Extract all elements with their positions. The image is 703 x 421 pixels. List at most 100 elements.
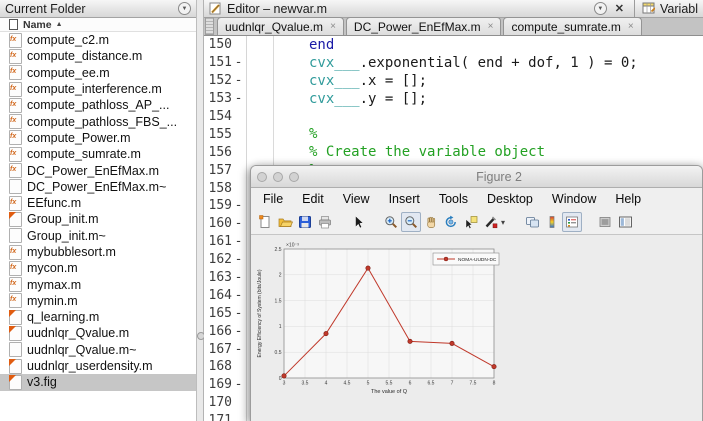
- close-icon[interactable]: ✕: [612, 2, 627, 15]
- matlab-function-icon: [9, 196, 22, 211]
- svg-text:5: 5: [367, 381, 370, 387]
- panel-splitter: [196, 0, 204, 421]
- list-item[interactable]: mymax.m: [0, 276, 196, 292]
- matlab-script-icon: [9, 212, 22, 227]
- matlab-function-icon: [9, 114, 22, 129]
- svg-text:8: 8: [493, 381, 496, 387]
- list-item[interactable]: mymin.m: [0, 293, 196, 309]
- code-line[interactable]: 154: [204, 108, 703, 126]
- figure-titlebar[interactable]: Figure 2: [251, 166, 702, 188]
- code-line[interactable]: 151-cvx___.exponential( end + dof, 1 ) =…: [204, 54, 703, 72]
- code-line[interactable]: 155%: [204, 125, 703, 143]
- menu-help[interactable]: Help: [615, 192, 641, 206]
- list-item[interactable]: compute_pathloss_FBS_...: [0, 113, 196, 129]
- code-line[interactable]: 150end: [204, 36, 703, 54]
- list-item[interactable]: compute_Power.m: [0, 130, 196, 146]
- list-item-selected[interactable]: v3.fig: [0, 374, 196, 390]
- show-plot-tools-dock-icon[interactable]: [615, 212, 635, 232]
- menu-window[interactable]: Window: [552, 192, 596, 206]
- edit-plot-arrow-icon[interactable]: [348, 212, 368, 232]
- window-close-button[interactable]: [257, 172, 267, 182]
- tab-close-icon[interactable]: ×: [488, 21, 494, 32]
- svg-text:1.5: 1.5: [275, 298, 282, 304]
- menu-edit[interactable]: Edit: [302, 192, 324, 206]
- tab-dc-power-enefmax[interactable]: DC_Power_EnEfMax.m×: [346, 17, 502, 35]
- matlab-function-icon: [9, 65, 22, 80]
- plain-file-icon: [9, 342, 22, 357]
- list-item[interactable]: compute_distance.m: [0, 48, 196, 64]
- tab-close-icon[interactable]: ×: [330, 21, 336, 32]
- code-line[interactable]: 152-cvx___.x = [];: [204, 72, 703, 90]
- tab-list-grip[interactable]: [205, 17, 214, 35]
- data-cursor-icon[interactable]: [461, 212, 481, 232]
- list-item[interactable]: compute_c2.m: [0, 32, 196, 48]
- save-figure-icon[interactable]: [295, 212, 315, 232]
- new-figure-icon[interactable]: [255, 212, 275, 232]
- menu-view[interactable]: View: [343, 192, 370, 206]
- brush-dropdown-icon[interactable]: ▾: [501, 218, 509, 227]
- menu-desktop[interactable]: Desktop: [487, 192, 533, 206]
- list-item[interactable]: EEfunc.m: [0, 195, 196, 211]
- file-type-column-icon: [9, 19, 18, 30]
- code-line[interactable]: 153-cvx___.y = [];: [204, 90, 703, 108]
- svg-text:2: 2: [279, 273, 282, 279]
- plain-file-icon: [9, 228, 22, 243]
- insert-colorbar-icon[interactable]: [542, 212, 562, 232]
- list-item[interactable]: uudnlqr_Qvalue.m~: [0, 342, 196, 358]
- svg-text:5.5: 5.5: [386, 381, 393, 387]
- list-item[interactable]: DC_Power_EnEfMax.m~: [0, 179, 196, 195]
- matlab-function-icon: [9, 49, 22, 64]
- menu-insert[interactable]: Insert: [389, 192, 420, 206]
- brush-data-icon[interactable]: [481, 212, 501, 232]
- list-item[interactable]: compute_pathloss_AP_...: [0, 97, 196, 113]
- list-item[interactable]: compute_ee.m: [0, 65, 196, 81]
- svg-text:4.5: 4.5: [344, 381, 351, 387]
- figure-toolbar: ▾: [251, 210, 702, 235]
- svg-text:0: 0: [279, 376, 282, 382]
- svg-text:0.5: 0.5: [275, 350, 282, 356]
- matlab-script-icon: [9, 326, 22, 341]
- matlab-function-icon: [9, 33, 22, 48]
- line-chart[interactable]: 33.544.555.566.577.5800.511.522.5×10⁻³Th…: [251, 235, 511, 405]
- matlab-function-icon: [9, 277, 22, 292]
- list-item[interactable]: Group_init.m: [0, 211, 196, 227]
- list-item[interactable]: uudnlqr_Qvalue.m: [0, 325, 196, 341]
- rotate-3d-icon[interactable]: [441, 212, 461, 232]
- list-item[interactable]: compute_interference.m: [0, 81, 196, 97]
- current-folder-panel: Current Folder ▼ Name ▲ compute_c2.m com…: [0, 0, 196, 421]
- panel-menu-icon[interactable]: ▼: [178, 2, 191, 15]
- window-zoom-button[interactable]: [289, 172, 299, 182]
- svg-text:3.5: 3.5: [302, 381, 309, 387]
- matlab-function-icon: [9, 147, 22, 162]
- list-item[interactable]: compute_sumrate.m: [0, 146, 196, 162]
- code-line[interactable]: 156% Create the variable object: [204, 143, 703, 161]
- window-minimize-button[interactable]: [273, 172, 283, 182]
- open-file-icon[interactable]: [275, 212, 295, 232]
- list-item[interactable]: mycon.m: [0, 260, 196, 276]
- zoom-in-icon[interactable]: [381, 212, 401, 232]
- list-item[interactable]: mybubblesort.m: [0, 244, 196, 260]
- list-item[interactable]: Group_init.m~: [0, 228, 196, 244]
- tab-uudnlqr-qvalue[interactable]: uudnlqr_Qvalue.m×: [217, 17, 344, 35]
- gutter-border: [246, 36, 247, 421]
- list-item[interactable]: q_learning.m: [0, 309, 196, 325]
- list-item[interactable]: uudnlqr_userdensity.m: [0, 358, 196, 374]
- svg-text:6.5: 6.5: [428, 381, 435, 387]
- menu-file[interactable]: File: [263, 192, 283, 206]
- pan-hand-icon[interactable]: [421, 212, 441, 232]
- menu-tools[interactable]: Tools: [439, 192, 468, 206]
- zoom-out-icon[interactable]: [401, 212, 421, 232]
- figure-canvas[interactable]: 33.544.555.566.577.5800.511.522.5×10⁻³Th…: [251, 235, 702, 421]
- tab-compute-sumrate[interactable]: compute_sumrate.m×: [503, 17, 641, 35]
- print-figure-icon[interactable]: [315, 212, 335, 232]
- name-column-header[interactable]: Name ▲: [0, 18, 196, 32]
- hide-plot-tools-icon[interactable]: [595, 212, 615, 232]
- link-plot-icon[interactable]: [522, 212, 542, 232]
- svg-text:The value of Q: The value of Q: [371, 389, 408, 395]
- list-item[interactable]: DC_Power_EnEfMax.m: [0, 162, 196, 178]
- panel-menu-icon[interactable]: ▼: [594, 2, 607, 15]
- svg-text:4: 4: [325, 381, 328, 387]
- tab-close-icon[interactable]: ×: [628, 21, 634, 32]
- insert-legend-icon[interactable]: [562, 212, 582, 232]
- svg-text:1: 1: [279, 324, 282, 330]
